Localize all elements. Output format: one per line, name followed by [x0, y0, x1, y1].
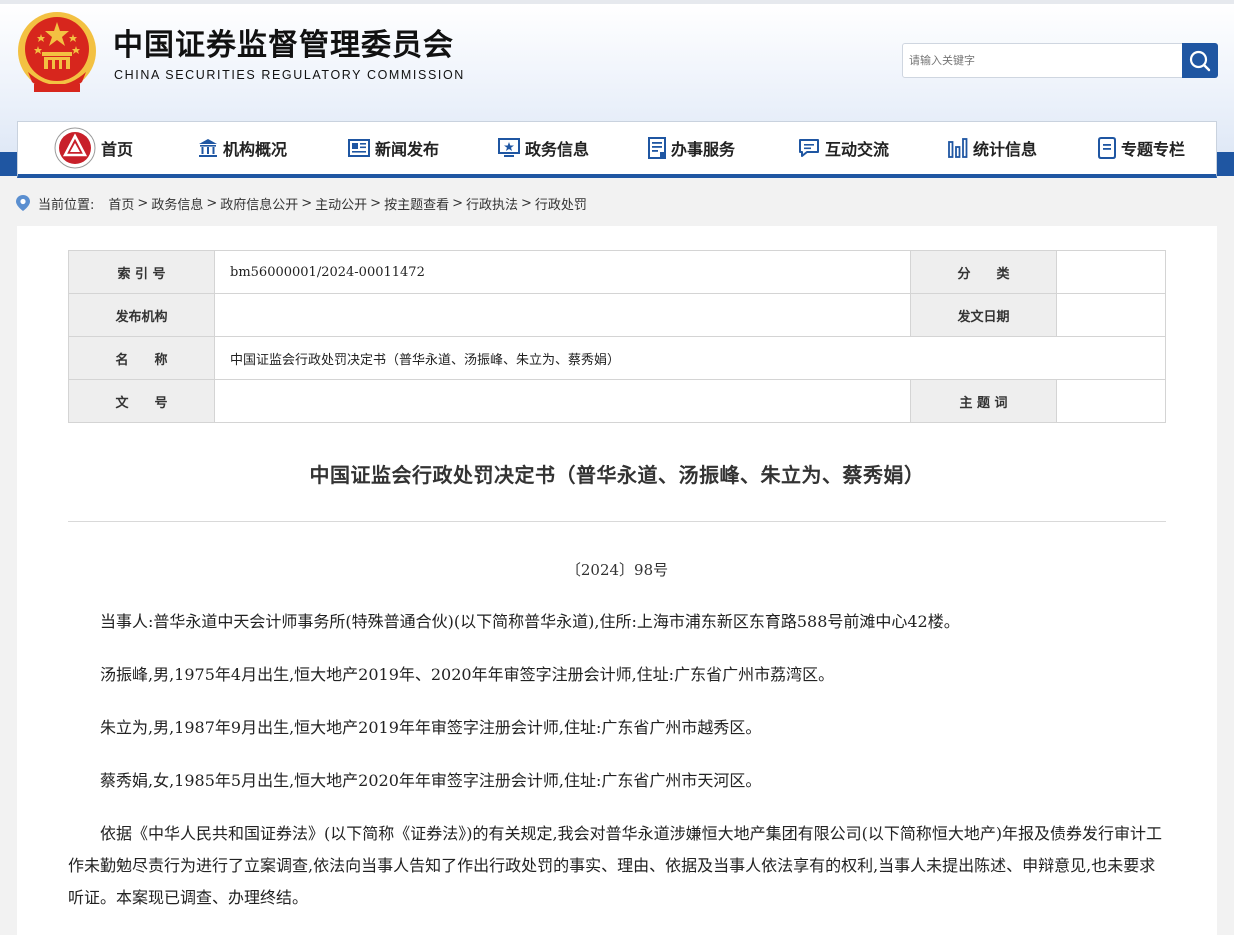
content-panel: 索 引 号 bm56000001/2024-00011472 分 类 发布机构 … — [17, 226, 1217, 935]
nav-label: 专题专栏 — [1121, 140, 1186, 159]
name-label: 名 称 — [68, 336, 215, 380]
paragraph: 依据《中华人民共和国证券法》(以下简称《证券法》)的有关规定,我会对普华永道涉嫌… — [68, 824, 1163, 907]
breadcrumb-item-active-disclosure[interactable]: 主动公开 — [315, 194, 367, 213]
breadcrumb-separator: > — [370, 195, 382, 211]
breadcrumb-separator: > — [301, 195, 313, 211]
nav-label: 首页 — [101, 140, 134, 159]
nav-label: 新闻发布 — [375, 140, 440, 159]
breadcrumb-item-disclosure[interactable]: 政府信息公开 — [220, 194, 298, 213]
nav-label: 机构概况 — [223, 140, 288, 159]
breadcrumb-label: 当前位置: — [38, 197, 95, 213]
notebook-icon — [1098, 137, 1116, 159]
breadcrumb-item-by-topic[interactable]: 按主题查看 — [384, 194, 449, 213]
index-value: bm56000001/2024-00011472 — [214, 250, 911, 294]
nav-item-home[interactable]: 首页 — [54, 122, 133, 174]
divider — [68, 521, 1166, 522]
docno-value — [214, 379, 911, 423]
keyword-value — [1056, 379, 1166, 423]
nav-label: 互动交流 — [825, 140, 890, 159]
newspaper-icon — [348, 139, 370, 157]
category-value — [1056, 250, 1166, 294]
keyword-label: 主 题 词 — [910, 379, 1057, 423]
nav-item-statistics[interactable]: 统计信息 — [948, 122, 1037, 174]
search-button[interactable] — [1182, 43, 1218, 78]
chat-icon — [799, 139, 819, 157]
breadcrumb-item-home[interactable]: 首页 — [108, 194, 134, 213]
index-label: 索 引 号 — [68, 250, 215, 294]
paragraph: 当事人:普华永道中天会计师事务所(特殊普通合伙)(以下简称普华永道),住所:上海… — [100, 612, 960, 631]
breadcrumb-separator: > — [452, 195, 463, 211]
nav-item-news[interactable]: 新闻发布 — [348, 122, 439, 174]
nav-item-interaction[interactable]: 互动交流 — [798, 122, 889, 174]
breadcrumb: 当前位置: 首页 > 政务信息 > 政府信息公开 > 主动公开 > 按主题查看 … — [16, 192, 587, 214]
document-meta-table: 索 引 号 bm56000001/2024-00011472 分 类 发布机构 … — [68, 250, 1166, 423]
national-emblem-icon — [18, 12, 96, 92]
nav-label: 统计信息 — [973, 140, 1038, 159]
breadcrumb-item-gov-info[interactable]: 政务信息 — [151, 194, 203, 213]
breadcrumb-item-penalty[interactable]: 行政处罚 — [535, 194, 587, 213]
site-title-cn: 中国证券监督管理委员会 — [113, 28, 454, 63]
table-row: 名 称 中国证监会行政处罚决定书（普华永道、汤振峰、朱立为、蔡秀娟） — [68, 336, 1166, 380]
breadcrumb-separator: > — [206, 195, 218, 211]
breadcrumb-separator: > — [137, 195, 149, 211]
document-number: 〔2024〕98号 — [565, 561, 669, 579]
search-icon — [1189, 50, 1211, 71]
paragraph: 朱立为,男,1987年9月出生,恒大地产2019年年审签字注册会计师,住址:广东… — [100, 718, 762, 737]
nav-item-gov-info[interactable]: 政务信息 — [498, 122, 589, 174]
category-label: 分 类 — [910, 250, 1057, 294]
document-list-icon — [648, 137, 666, 159]
date-label: 发文日期 — [910, 293, 1057, 337]
csrc-logo-icon — [54, 127, 96, 169]
monitor-star-icon — [498, 138, 520, 157]
building-icon — [199, 139, 217, 157]
publisher-label: 发布机构 — [68, 293, 215, 337]
nav-label: 政务信息 — [525, 140, 590, 159]
document-title: 中国证监会行政处罚决定书（普华永道、汤振峰、朱立为、蔡秀娟） — [309, 463, 925, 487]
nav-item-special-topics[interactable]: 专题专栏 — [1098, 122, 1185, 174]
paragraph: 蔡秀娟,女,1985年5月出生,恒大地产2020年年审签字注册会计师,住址:广东… — [100, 771, 762, 790]
table-row: 文 号 主 题 词 — [68, 379, 1166, 423]
nav-item-services[interactable]: 办事服务 — [648, 122, 735, 174]
name-value: 中国证监会行政处罚决定书（普华永道、汤振峰、朱立为、蔡秀娟） — [214, 336, 1166, 380]
main-nav: 首页 机构概况 新闻发布 政务信息 办事服务 互动交流 统计信息 专题专栏 — [17, 121, 1217, 178]
breadcrumb-item-enforcement[interactable]: 行政执法 — [466, 194, 518, 213]
table-row: 索 引 号 bm56000001/2024-00011472 分 类 — [68, 250, 1166, 294]
publisher-value — [214, 293, 911, 337]
bar-chart-icon — [948, 138, 968, 158]
search-input[interactable] — [902, 43, 1184, 78]
nav-label: 办事服务 — [671, 140, 736, 159]
location-pin-icon — [16, 195, 30, 211]
docno-label: 文 号 — [68, 379, 215, 423]
date-value — [1056, 293, 1166, 337]
site-title-en: CHINA SECURITIES REGULATORY COMMISSION — [114, 68, 465, 82]
table-row: 发布机构 发文日期 — [68, 293, 1166, 337]
nav-item-about[interactable]: 机构概况 — [198, 122, 287, 174]
breadcrumb-separator: > — [521, 195, 532, 211]
paragraph: 汤振峰,男,1975年4月出生,恒大地产2019年、2020年年审签字注册会计师… — [100, 665, 835, 684]
